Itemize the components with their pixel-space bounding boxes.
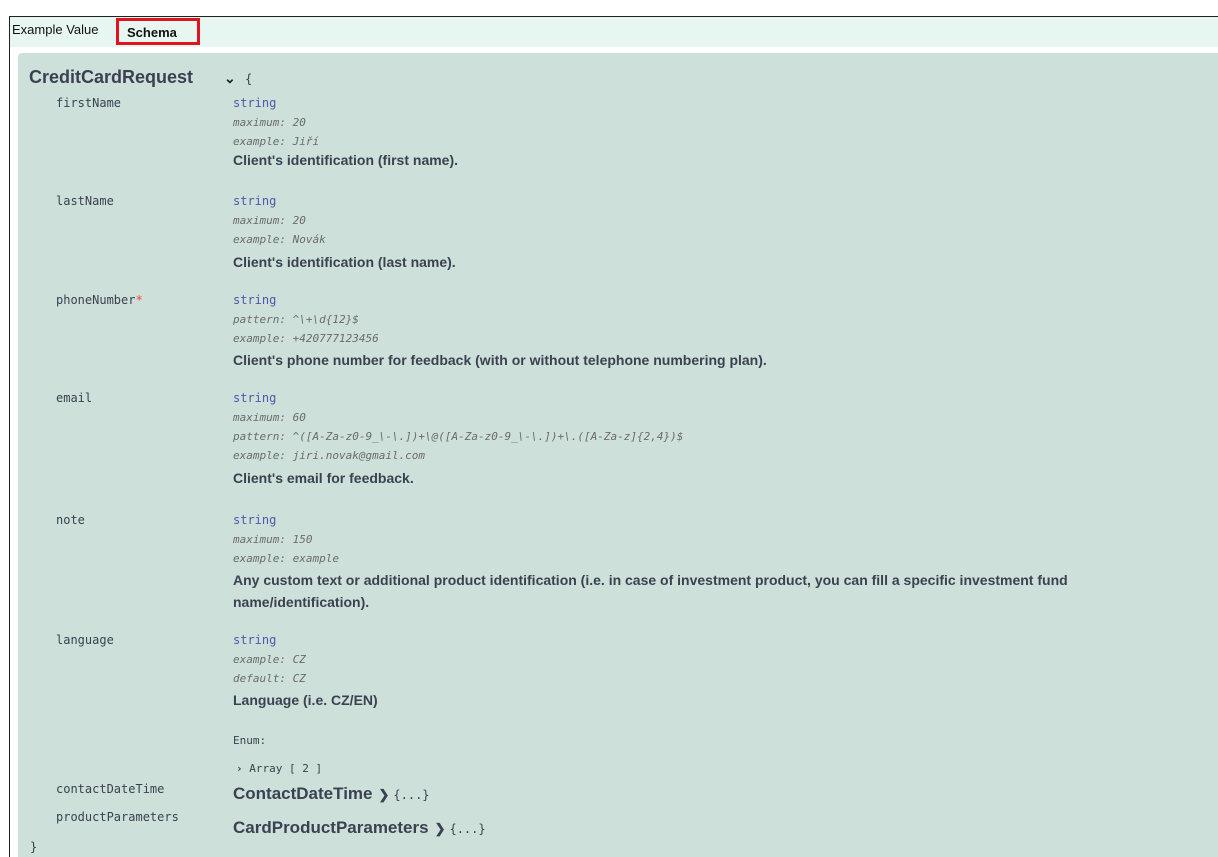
tab-schema[interactable]: Schema [116,18,200,45]
enum-label: Enum: [233,734,267,747]
prop-example: example: example [233,552,339,565]
prop-type: string [233,293,277,307]
prop-name-email: email [56,391,93,405]
prop-description: Client's identification (first name). [233,152,459,168]
enum-array-toggle[interactable]: › Array [ 2 ] [236,762,322,775]
prop-example: example: jiri.novak@gmail.com [233,449,426,462]
prop-description-line1: Any custom text or additional product id… [233,572,1068,588]
prop-maximum: maximum: 20 [233,214,306,227]
prop-type: string [233,633,277,647]
prop-name-language: language [56,633,114,647]
collapsed-object: {...} [393,788,430,802]
prop-description-line2: name/identification). [233,594,370,610]
prop-name-firstName: firstName [56,96,122,110]
prop-description: Client's email for feedback. [233,470,414,486]
close-brace: } [30,840,38,854]
prop-name-contactDateTime: contactDateTime [56,782,165,796]
tab-example-value[interactable]: Example Value [12,15,98,45]
collapsed-object: {...} [449,822,486,836]
prop-name-productParameters: productParameters [56,810,179,824]
tab-bar: Example Value Schema [10,17,1218,47]
prop-type: string [233,194,277,208]
ref-model-contactDateTime[interactable]: ContactDateTime ❯ {...} [233,784,430,804]
ref-model-title: CardProductParameters [233,818,429,837]
prop-pattern: pattern: ^\+\d{12}$ [233,313,359,326]
prop-type: string [233,391,277,405]
enum-array-label: Array [ 2 ] [249,762,323,775]
prop-example: example: Jiří [233,135,320,148]
prop-maximum: maximum: 60 [233,411,306,424]
prop-name-note: note [56,513,85,527]
prop-description: Language (i.e. CZ/EN) [233,692,378,708]
model-title[interactable]: CreditCardRequest [29,67,193,88]
prop-maximum: maximum: 20 [233,116,306,129]
open-brace: { [245,72,253,86]
prop-example: example: Novák [233,233,326,246]
prop-name-phoneNumber: phoneNumber* [56,293,143,307]
ref-model-title: ContactDateTime [233,784,373,803]
prop-description: Client's identification (last name). [233,254,456,270]
ref-model-productParameters[interactable]: CardProductParameters ❯ {...} [233,818,486,838]
chevron-right-icon: ❯ [378,787,390,802]
chevron-right-icon: › [236,762,243,775]
prop-example: example: CZ [233,653,306,666]
prop-name-text: phoneNumber [56,293,136,307]
schema-model-box [18,53,1218,857]
prop-maximum: maximum: 150 [233,533,313,546]
prop-name-lastName: lastName [56,194,114,208]
prop-example: example: +420777123456 [233,332,379,345]
chevron-right-icon: ❯ [434,821,446,836]
chevron-down-icon[interactable]: ⌄ [224,70,236,87]
prop-type: string [233,96,277,110]
required-asterisk: * [135,293,143,307]
prop-type: string [233,513,277,527]
prop-default: default: CZ [233,672,306,685]
prop-description: Client's phone number for feedback (with… [233,352,767,368]
prop-pattern: pattern: ^([A-Za-z0-9_\-\.])+\@([A-Za-z0… [233,430,684,443]
